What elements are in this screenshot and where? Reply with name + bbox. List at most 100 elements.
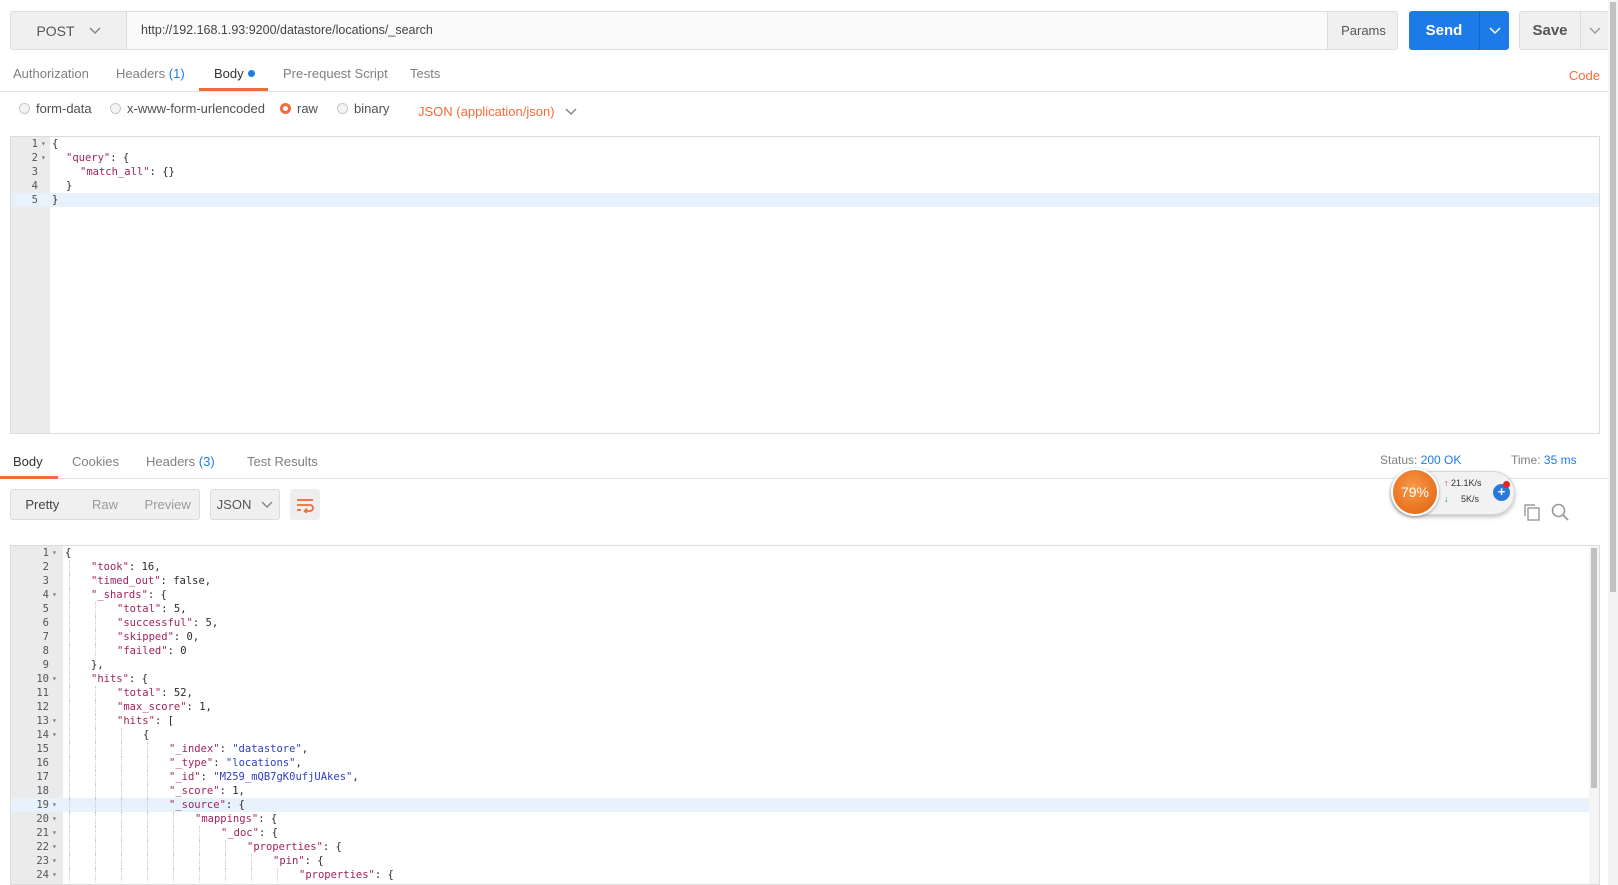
- tab-body-label: Body: [214, 66, 244, 81]
- code-text: "hits": [: [117, 714, 174, 728]
- json-key: "match_all": [80, 166, 150, 178]
- send-options-button[interactable]: [1479, 11, 1509, 50]
- radio-raw[interactable]: raw: [280, 101, 318, 116]
- fold-toggle-icon[interactable]: ▾: [52, 840, 57, 854]
- line-number: 24: [36, 869, 49, 881]
- fold-toggle-icon[interactable]: ▾: [52, 812, 57, 826]
- fold-toggle-icon[interactable]: ▾: [41, 137, 46, 151]
- save-button[interactable]: Save: [1519, 11, 1609, 50]
- line-number: 9: [42, 659, 49, 671]
- indent-guide: [69, 644, 70, 658]
- indent-guide: [69, 630, 70, 644]
- params-button[interactable]: Params: [1327, 12, 1399, 49]
- view-raw-button[interactable]: Raw: [74, 497, 137, 512]
- url-input[interactable]: http://192.168.1.93:9200/datastore/locat…: [127, 12, 1327, 49]
- format-select[interactable]: JSON: [210, 489, 280, 520]
- tab-test-results[interactable]: Test Results: [247, 454, 318, 469]
- line-number: 21: [36, 827, 49, 839]
- tab-headers[interactable]: Headers (1): [116, 66, 185, 81]
- status-value[interactable]: 200 OK: [1421, 453, 1462, 467]
- code-text: },: [91, 658, 104, 672]
- content-type-label: JSON (application/json): [418, 104, 555, 119]
- response-body-viewer[interactable]: 1 ▾{2 "took": 16, 3 "timed_out": false, 4 ▾ "_s…: [10, 545, 1600, 885]
- fold-toggle-icon[interactable]: ▾: [52, 728, 57, 742]
- indent-guide: [95, 728, 96, 742]
- view-preview-button[interactable]: Preview: [136, 497, 199, 512]
- json-key: "_doc": [221, 827, 259, 839]
- scrollbar-thumb[interactable]: [1591, 548, 1597, 788]
- tab-body[interactable]: Body: [214, 66, 255, 81]
- fold-toggle-icon[interactable]: ▾: [52, 672, 57, 686]
- indent-guide: [199, 840, 200, 854]
- save-options-button[interactable]: [1580, 12, 1608, 49]
- content-type-select[interactable]: JSON (application/json): [418, 104, 577, 119]
- indent-guide: [95, 700, 96, 714]
- radio-urlencoded-label: x-www-form-urlencoded: [127, 101, 265, 116]
- fold-toggle-icon[interactable]: ▾: [41, 151, 46, 165]
- request-body-editor[interactable]: 1 ▾{2 ▾ "query": {3 "match_all": {} 4} 5}: [10, 136, 1600, 434]
- fold-toggle-icon[interactable]: ▾: [52, 798, 57, 812]
- line-number: 22: [36, 841, 49, 853]
- view-pretty-button[interactable]: Pretty: [11, 497, 74, 512]
- fold-toggle-icon[interactable]: ▾: [52, 588, 57, 602]
- active-tab-indicator: [0, 476, 58, 479]
- tab-response-headers-label: Headers: [146, 454, 196, 469]
- tab-response-body[interactable]: Body: [13, 454, 43, 469]
- code-line: 13 ▾ "hits": [: [11, 714, 1599, 728]
- tab-cookies[interactable]: Cookies: [72, 454, 119, 469]
- tab-tests[interactable]: Tests: [410, 66, 440, 81]
- json-key: "total": [117, 603, 162, 615]
- page-scrollbar-thumb[interactable]: [1610, 2, 1616, 592]
- tab-authorization[interactable]: Authorization: [13, 66, 89, 81]
- method-label: POST: [36, 22, 75, 39]
- indent-guide: [95, 840, 96, 854]
- json-punctuation: },: [91, 659, 104, 671]
- code-line: 2 ▾ "query": {: [11, 151, 1599, 165]
- json-punctuation: : {: [128, 673, 148, 685]
- response-scrollbar[interactable]: [1589, 546, 1599, 884]
- json-punctuation: :: [213, 757, 226, 769]
- tab-response-headers[interactable]: Headers (3): [146, 454, 215, 469]
- wrap-lines-button[interactable]: [290, 489, 320, 520]
- indent-guide: [95, 630, 96, 644]
- indent-guide: [147, 868, 148, 882]
- radio-binary[interactable]: binary: [337, 101, 389, 116]
- radio-urlencoded[interactable]: x-www-form-urlencoded: [110, 101, 265, 116]
- time-value[interactable]: 35 ms: [1544, 453, 1577, 467]
- indent-guide: [69, 812, 70, 826]
- code-line: 10 ▾ "hits": {: [11, 672, 1599, 686]
- fold-toggle-icon[interactable]: ▾: [52, 546, 57, 560]
- fold-toggle-icon[interactable]: ▾: [52, 868, 57, 882]
- json-string: "datastore": [232, 743, 302, 755]
- json-punctuation: ,: [352, 771, 359, 783]
- indent-guide: [69, 784, 70, 798]
- fold-toggle-icon[interactable]: ▾: [52, 826, 57, 840]
- method-select[interactable]: POST: [11, 12, 127, 49]
- json-punctuation: : 1,: [219, 785, 245, 797]
- code-text: "properties": {: [247, 840, 342, 854]
- send-button[interactable]: Send: [1409, 11, 1509, 50]
- fold-toggle-icon[interactable]: ▾: [52, 714, 57, 728]
- fold-toggle-icon[interactable]: ▾: [52, 854, 57, 868]
- memory-percent-badge[interactable]: 79%: [1391, 468, 1439, 516]
- page-scrollbar[interactable]: [1608, 0, 1618, 885]
- tab-pre-request-script[interactable]: Pre-request Script: [283, 66, 388, 81]
- json-punctuation: : {: [322, 841, 342, 853]
- copy-button[interactable]: [1523, 503, 1541, 524]
- code-link[interactable]: Code: [1569, 68, 1600, 83]
- json-key: "failed": [117, 645, 168, 657]
- indent-guide: [95, 602, 96, 616]
- json-punctuation: : 16,: [128, 561, 161, 573]
- copy-icon: [1524, 504, 1540, 521]
- json-key: "_source": [169, 799, 226, 811]
- json-punctuation: {: [52, 138, 59, 150]
- active-tab-indicator: [199, 88, 268, 91]
- line-number: 1: [42, 547, 49, 559]
- radio-form-data[interactable]: form-data: [19, 101, 92, 116]
- search-button[interactable]: [1551, 503, 1569, 524]
- code-line: 4 ▾ "_shards": {: [11, 588, 1599, 602]
- json-key: "_id": [169, 771, 201, 783]
- indent-guide: [251, 868, 252, 882]
- code-text: "_doc": {: [221, 826, 278, 840]
- code-text: "took": 16,: [91, 560, 161, 574]
